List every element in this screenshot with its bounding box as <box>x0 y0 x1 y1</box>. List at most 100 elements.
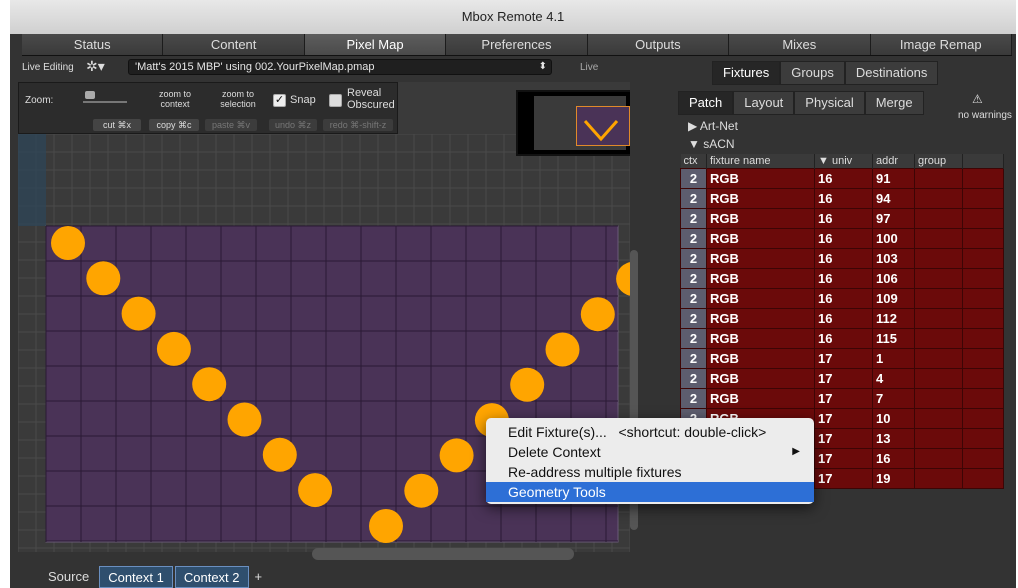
cell-univ: 17 <box>814 427 873 449</box>
tab-mixes[interactable]: Mixes <box>729 34 871 55</box>
tab-context-1[interactable]: Context 1 <box>99 566 173 588</box>
tab-merge[interactable]: Merge <box>864 91 924 115</box>
cell-group <box>914 287 963 309</box>
cell-addr: 106 <box>872 267 915 289</box>
canvas-thumbnail[interactable] <box>516 90 630 156</box>
canvas-horizontal-scrollbar[interactable] <box>312 548 574 560</box>
tab-fixtures[interactable]: Fixtures <box>712 61 781 85</box>
table-row[interactable]: 2 RGB 16 112 <box>680 307 1004 329</box>
tab-context-2[interactable]: Context 2 <box>174 566 249 588</box>
tab-pixel-map[interactable]: Pixel Map <box>304 34 447 55</box>
menu-item-delete-context[interactable]: Delete Context ▶ <box>486 442 814 462</box>
tab-layout[interactable]: Layout <box>733 91 795 115</box>
cell-fixture-name: RGB <box>706 287 815 309</box>
fixture-dot[interactable] <box>86 261 121 296</box>
cell-group <box>914 267 963 289</box>
reveal-obscured-checkbox[interactable] <box>329 94 342 107</box>
cell-addr: 100 <box>872 227 915 249</box>
pixel-map-select[interactable]: 'Matt's 2015 MBP' using 002.YourPixelMap… <box>128 59 552 75</box>
cell-univ: 17 <box>814 347 873 369</box>
fixture-table-header: ctx fixture name ▼ univ addr group <box>680 154 1004 168</box>
table-row[interactable]: 2 RGB 16 91 <box>680 167 1004 189</box>
cell-ctx: 2 <box>680 227 707 249</box>
tab-preferences[interactable]: Preferences <box>446 34 588 55</box>
undo-button[interactable]: undo ⌘z <box>269 119 317 131</box>
menu-item-readdress[interactable]: Re-address multiple fixtures <box>486 462 814 482</box>
zoom-slider[interactable] <box>83 91 127 103</box>
cell-ctx: 2 <box>680 167 707 189</box>
fixture-dot[interactable] <box>404 473 439 508</box>
app-window: Mbox Remote 4.1 Status Content Pixel Map… <box>10 0 1016 588</box>
fixture-dot[interactable] <box>227 402 262 437</box>
tab-patch[interactable]: Patch <box>678 91 734 115</box>
gear-icon[interactable]: ✲▾ <box>86 58 105 75</box>
fixture-dot[interactable] <box>369 509 403 543</box>
col-univ[interactable]: ▼ univ <box>814 154 873 168</box>
fixture-dot[interactable] <box>262 437 297 472</box>
cell-univ: 17 <box>814 407 873 429</box>
tree-item-sacn[interactable]: ▼ sACN <box>688 137 735 151</box>
tab-source[interactable]: Source <box>40 566 97 588</box>
fixture-dot[interactable] <box>156 331 191 366</box>
cell-univ: 16 <box>814 307 873 329</box>
col-univ-label: univ <box>831 154 853 167</box>
menu-item-geometry-tools[interactable]: Geometry Tools <box>486 482 814 502</box>
tab-groups[interactable]: Groups <box>780 61 845 85</box>
cell-extra <box>962 347 1004 369</box>
fixture-dot[interactable] <box>121 296 156 331</box>
fixtures-panel: Fixtures Groups Destinations Patch Layou… <box>672 56 1016 588</box>
col-group[interactable]: group <box>914 154 963 168</box>
cell-univ: 16 <box>814 287 873 309</box>
fixture-dot[interactable] <box>545 332 580 367</box>
table-row[interactable]: 2 RGB 16 100 <box>680 227 1004 249</box>
tab-outputs[interactable]: Outputs <box>587 34 730 55</box>
fixture-dot[interactable] <box>192 367 227 402</box>
snap-checkbox[interactable]: ✓ <box>273 94 286 107</box>
menu-item-edit-fixtures-label: Edit Fixture(s)... <shortcut: double-cli… <box>508 424 767 440</box>
col-addr[interactable]: addr <box>872 154 915 168</box>
col-ctx[interactable]: ctx <box>680 154 707 168</box>
tab-physical[interactable]: Physical <box>794 91 865 115</box>
table-row[interactable]: 2 RGB 17 7 <box>680 387 1004 409</box>
table-row[interactable]: 2 RGB 16 94 <box>680 187 1004 209</box>
zoom-to-context-button[interactable]: zoom to context <box>155 89 195 109</box>
table-row[interactable]: 2 RGB 17 4 <box>680 367 1004 389</box>
tab-status[interactable]: Status <box>22 34 164 55</box>
cell-fixture-name: RGB <box>706 207 815 229</box>
copy-button[interactable]: copy ⌘c <box>149 119 199 131</box>
cell-fixture-name: RGB <box>706 327 815 349</box>
table-row[interactable]: 2 RGB 16 109 <box>680 287 1004 309</box>
cell-addr: 10 <box>872 407 915 429</box>
fixture-dot[interactable] <box>510 367 545 402</box>
paste-button[interactable]: paste ⌘v <box>205 119 257 131</box>
menu-item-readdress-label: Re-address multiple fixtures <box>508 464 682 480</box>
tree-item-artnet[interactable]: ▶ Art-Net <box>688 119 738 133</box>
table-row[interactable]: 2 RGB 16 97 <box>680 207 1004 229</box>
cell-univ: 16 <box>814 227 873 249</box>
table-row[interactable]: 2 RGB 16 115 <box>680 327 1004 349</box>
fixture-dot[interactable] <box>298 473 333 508</box>
menu-item-edit-fixtures[interactable]: Edit Fixture(s)... <shortcut: double-cli… <box>486 422 814 442</box>
add-context-icon[interactable]: + <box>251 566 267 588</box>
fixture-dot[interactable] <box>51 226 85 260</box>
cell-fixture-name: RGB <box>706 367 815 389</box>
zoom-to-selection-button[interactable]: zoom to selection <box>215 89 261 109</box>
fixture-dot[interactable] <box>439 438 474 473</box>
tab-content[interactable]: Content <box>163 34 305 55</box>
thumbnail-viewport <box>576 106 630 146</box>
cell-group <box>914 387 963 409</box>
cut-button[interactable]: cut ⌘x <box>93 119 141 131</box>
fixture-dot[interactable] <box>580 297 615 332</box>
cell-ctx: 2 <box>680 347 707 369</box>
cell-extra <box>962 447 1004 469</box>
table-row[interactable]: 2 RGB 16 106 <box>680 267 1004 289</box>
redo-button[interactable]: redo ⌘-shift-z <box>323 119 393 131</box>
fixture-sub-tabs: Patch Layout Physical Merge <box>678 91 924 115</box>
zoom-slider-thumb[interactable] <box>85 91 95 99</box>
table-row[interactable]: 2 RGB 17 1 <box>680 347 1004 369</box>
tab-destinations[interactable]: Destinations <box>844 61 939 85</box>
tab-image-remap[interactable]: Image Remap <box>870 34 1012 55</box>
col-fixture-name[interactable]: fixture name <box>706 154 815 168</box>
table-row[interactable]: 2 RGB 16 103 <box>680 247 1004 269</box>
cell-univ: 16 <box>814 167 873 189</box>
